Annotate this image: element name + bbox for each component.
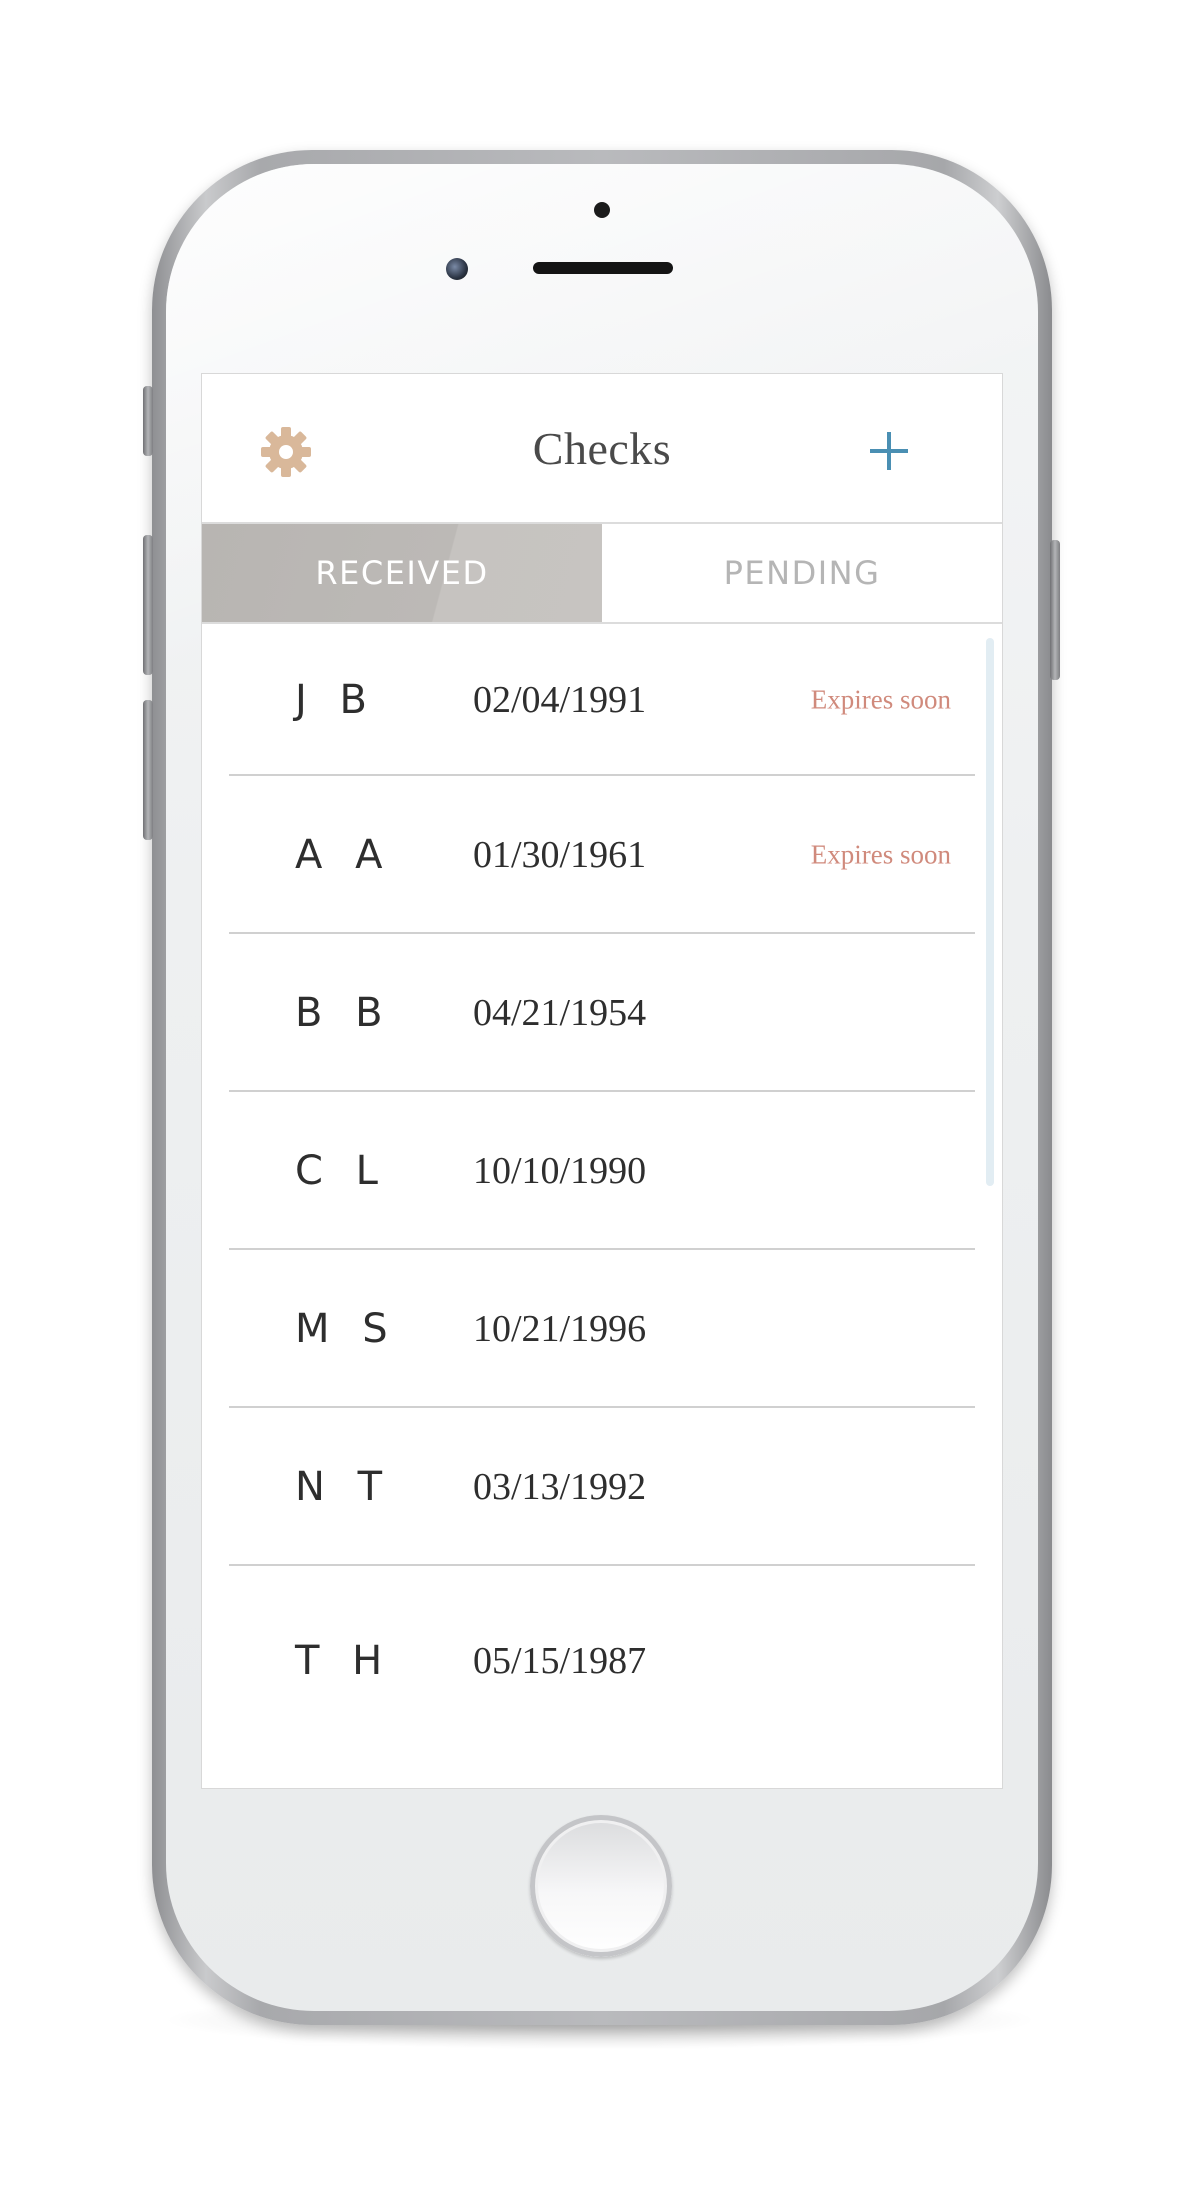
check-date: 02/04/1991 (473, 679, 647, 721)
front-camera-icon (446, 258, 468, 280)
initials: J B (295, 677, 377, 723)
mute-switch (143, 386, 153, 456)
list-item[interactable]: A A 01/30/1961 Expires soon (229, 776, 975, 934)
initials: B B (295, 990, 393, 1036)
list-item[interactable]: N T 03/13/1992 (229, 1408, 975, 1566)
proximity-sensor (594, 202, 610, 218)
initials: N T (295, 1464, 393, 1510)
check-date: 10/21/1996 (473, 1308, 647, 1350)
earpiece-speaker (533, 262, 673, 274)
list-item[interactable]: C L 10/10/1990 (229, 1092, 975, 1250)
list-item[interactable]: T H 05/15/1987 (229, 1566, 975, 1756)
checks-list: J B 02/04/1991 Expires soon A A 01/30/19… (202, 624, 1002, 1788)
initials: C L (295, 1148, 388, 1194)
page-title: Checks (532, 423, 672, 474)
plus-icon[interactable] (864, 426, 914, 476)
check-date: 05/15/1987 (473, 1640, 647, 1682)
expiry-status: Expires soon (810, 839, 951, 870)
list-item[interactable]: J B 02/04/1991 Expires soon (229, 624, 975, 776)
initials: T H (295, 1638, 393, 1684)
list-item[interactable]: B B 04/21/1954 (229, 934, 975, 1092)
check-date: 04/21/1954 (473, 992, 647, 1034)
gear-icon[interactable] (260, 426, 312, 478)
app-header: Checks (202, 374, 1002, 524)
power-button (1050, 540, 1060, 680)
scrollbar[interactable] (986, 638, 994, 1186)
tab-received[interactable]: RECEIVED (202, 524, 602, 622)
expiry-status: Expires soon (810, 684, 951, 715)
initials: A A (295, 832, 393, 878)
check-date: 10/10/1990 (473, 1150, 647, 1192)
volume-up-button (143, 535, 153, 675)
app-screen: Checks RECEIVED PENDING J B 02/04/1991 E… (201, 373, 1003, 1789)
tab-bar: RECEIVED PENDING (202, 524, 1002, 624)
initials: M S (295, 1306, 398, 1352)
check-date: 03/13/1992 (473, 1466, 647, 1508)
volume-down-button (143, 700, 153, 840)
home-button[interactable] (530, 1815, 672, 1957)
list-item[interactable]: M S 10/21/1996 (229, 1250, 975, 1408)
product-mockup: Checks RECEIVED PENDING J B 02/04/1991 E… (0, 0, 1200, 2200)
check-date: 01/30/1961 (473, 834, 647, 876)
tab-pending[interactable]: PENDING (602, 524, 1002, 622)
